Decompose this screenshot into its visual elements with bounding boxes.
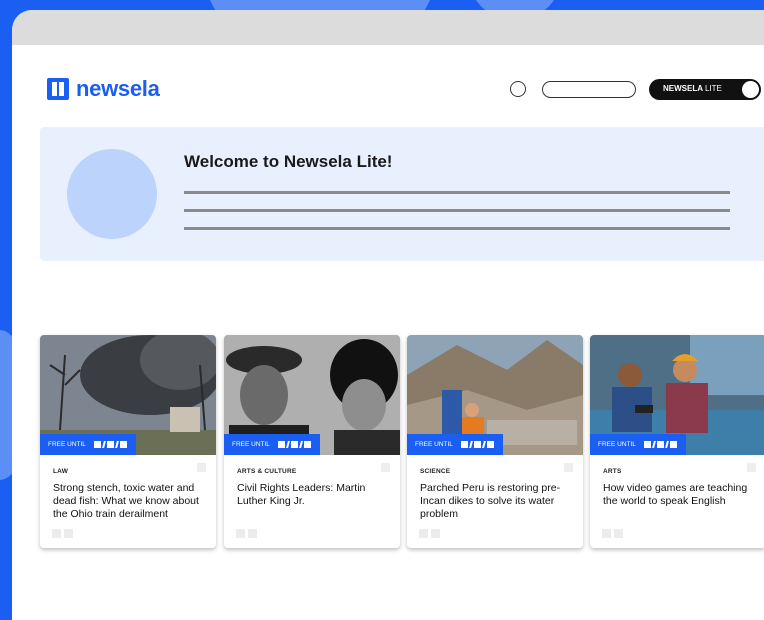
article-card[interactable]: FREE UNTIL LAW Strong stench, toxic wate… — [40, 335, 216, 548]
article-headline[interactable]: Parched Peru is restoring pre-Incan dike… — [420, 482, 576, 521]
footer-placeholder — [614, 529, 623, 538]
bookmark-placeholder[interactable] — [747, 463, 756, 472]
footer-placeholder — [419, 529, 428, 538]
article-headline[interactable]: Strong stench, toxic water and dead fish… — [53, 482, 209, 521]
avatar — [67, 149, 157, 239]
browser-window: newsela NEWSELA LITE Welcome to Newsela … — [12, 10, 764, 620]
article-category: ARTS — [603, 468, 622, 475]
browser-titlebar — [12, 10, 764, 45]
placeholder-line — [184, 227, 730, 230]
banner-title: Welcome to Newsela Lite! — [184, 152, 393, 171]
footer-placeholder — [52, 529, 61, 538]
article-category: SCIENCE — [420, 468, 451, 475]
free-until-badge: FREE UNTIL — [40, 434, 136, 455]
newsela-logo[interactable]: newsela — [47, 76, 160, 102]
bookmark-placeholder[interactable] — [564, 463, 573, 472]
article-card[interactable]: FREE UNTIL ARTS & CULTURE Civil Rights L… — [224, 335, 400, 548]
bookmark-placeholder[interactable] — [381, 463, 390, 472]
newsela-logo-icon — [47, 78, 69, 100]
article-category: LAW — [53, 468, 69, 475]
placeholder-line — [184, 191, 730, 194]
article-headline[interactable]: Civil Rights Leaders: Martin Luther King… — [237, 482, 393, 508]
bookmark-placeholder[interactable] — [197, 463, 206, 472]
article-headline[interactable]: How video games are teaching the world t… — [603, 482, 759, 508]
toggle-label: NEWSELA LITE — [663, 84, 722, 93]
free-until-badge: FREE UNTIL — [590, 434, 686, 455]
logo-text: newsela — [76, 76, 160, 101]
welcome-banner: Welcome to Newsela Lite! — [40, 127, 764, 261]
placeholder-line — [184, 209, 730, 212]
article-card[interactable]: FREE UNTIL ARTS How video games are teac… — [590, 335, 764, 548]
footer-placeholder — [236, 529, 245, 538]
footer-placeholder — [431, 529, 440, 538]
footer-placeholder — [64, 529, 73, 538]
newsela-lite-toggle[interactable]: NEWSELA LITE — [649, 79, 761, 100]
footer-placeholder — [602, 529, 611, 538]
free-until-badge: FREE UNTIL — [224, 434, 320, 455]
article-card[interactable]: FREE UNTIL SCIENCE Parched Peru is resto… — [407, 335, 583, 548]
toggle-knob — [742, 81, 759, 98]
free-until-badge: FREE UNTIL — [407, 434, 503, 455]
search-pill-button[interactable] — [542, 81, 636, 98]
profile-circle-button[interactable] — [510, 81, 526, 97]
article-category: ARTS & CULTURE — [237, 468, 297, 475]
footer-placeholder — [248, 529, 257, 538]
